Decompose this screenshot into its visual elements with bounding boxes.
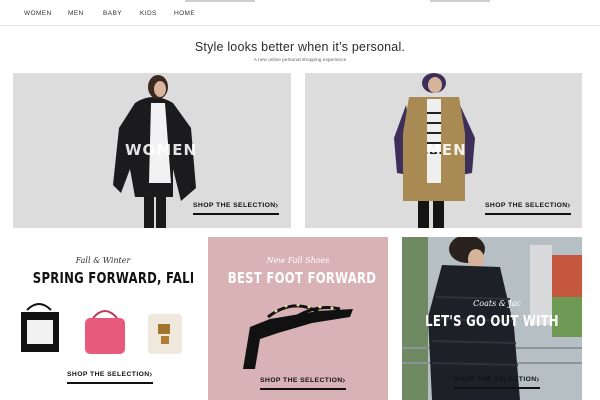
men-panel[interactable]: MEN SHOP THE SELECTION ›	[305, 73, 582, 228]
men-title: MEN	[426, 141, 467, 159]
shoes-shop-underline	[260, 388, 346, 390]
coats-card[interactable]: Coats & Jac LET'S GO OUT WITH SHOP THE S…	[402, 237, 582, 400]
women-panel[interactable]: WOMEN SHOP THE SELECTION ›	[13, 73, 291, 228]
chevron-right-icon: ›	[275, 200, 279, 211]
coats-shop-underline	[454, 387, 540, 389]
nav-indicator-1	[185, 0, 255, 2]
men-shop-label: SHOP THE SELECTION	[485, 202, 568, 209]
women-shop-underline	[193, 213, 279, 215]
bags-shop-label: SHOP THE SELECTION	[67, 371, 150, 378]
top-navigation: WOMEN MEN BABY KIDS HOME	[0, 0, 600, 26]
hero-subline: A new online personal shopping experienc…	[253, 58, 347, 63]
coats-title: LET'S GO OUT WITH	[425, 312, 559, 330]
shoes-product-image	[243, 303, 353, 369]
shoes-card[interactable]: New Fall Shoes BEST FOOT FORWARD SHOP TH…	[208, 237, 388, 400]
women-shop-label: SHOP THE SELECTION	[193, 202, 276, 209]
women-shop-link[interactable]: SHOP THE SELECTION ›	[193, 200, 283, 216]
bags-product-image	[21, 303, 182, 354]
bags-title: SPRING FORWARD, FALL BAG	[32, 269, 193, 287]
nav-item-women[interactable]: WOMEN	[24, 10, 52, 17]
shoes-title: BEST FOOT FORWARD	[227, 269, 377, 287]
women-title: WOMEN	[125, 141, 198, 159]
shoes-shop-link[interactable]: SHOP THE SELECTION ›	[260, 375, 350, 391]
shoes-shop-label: SHOP THE SELECTION	[260, 377, 343, 384]
coats-script-heading: Coats & Jac	[473, 299, 521, 308]
bags-shop-underline	[67, 382, 153, 384]
bags-card[interactable]: Fall & Winter SPRING FORWARD, FALL BAG S…	[13, 237, 193, 400]
bags-script-heading: Fall & Winter	[75, 256, 131, 265]
chevron-right-icon: ›	[149, 369, 153, 380]
coats-shop-link[interactable]: SHOP THE SELECTION ›	[454, 374, 544, 390]
coats-shop-label: SHOP THE SELECTION	[454, 376, 537, 383]
nav-item-men[interactable]: MEN	[68, 10, 84, 17]
men-shop-underline	[485, 213, 571, 215]
nav-item-baby[interactable]: BABY	[103, 10, 122, 17]
chevron-right-icon: ›	[567, 200, 571, 211]
nav-indicator-2	[430, 0, 490, 2]
shoes-script-heading: New Fall Shoes	[266, 256, 330, 265]
hero-headline: Style looks better when it’s personal.	[194, 40, 406, 54]
men-shop-link[interactable]: SHOP THE SELECTION ›	[485, 200, 575, 216]
bags-shop-link[interactable]: SHOP THE SELECTION ›	[67, 369, 157, 385]
nav-item-kids[interactable]: KIDS	[140, 10, 157, 17]
chevron-right-icon: ›	[342, 375, 346, 386]
nav-item-home[interactable]: HOME	[174, 10, 195, 17]
chevron-right-icon: ›	[536, 374, 540, 385]
